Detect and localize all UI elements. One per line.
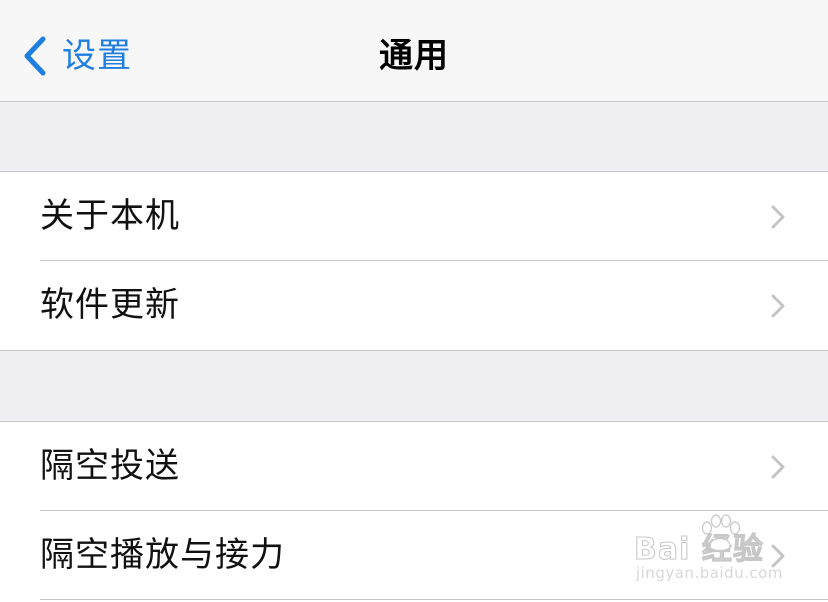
list-item-label: 隔空投送: [40, 446, 180, 486]
chevron-right-icon: [771, 544, 785, 568]
navigation-bar: 设置 通用: [0, 0, 828, 102]
chevron-right-icon: [771, 455, 785, 479]
settings-screen: 设置 通用 关于本机 软件更新 隔空投送 隔空播放与接力 Bai 经验 jing…: [0, 0, 828, 602]
chevron-right-icon: [771, 205, 785, 229]
list-item-airplay-handoff[interactable]: 隔空播放与接力: [0, 511, 828, 600]
list-item-software-update[interactable]: 软件更新: [0, 261, 828, 350]
chevron-right-icon: [771, 294, 785, 318]
list-item-label: 软件更新: [40, 285, 180, 325]
page-title: 通用: [379, 36, 449, 76]
list-item-about[interactable]: 关于本机: [0, 172, 828, 261]
list-item-airdrop[interactable]: 隔空投送: [0, 422, 828, 511]
settings-group-about: 关于本机 软件更新: [0, 171, 828, 351]
row-separator: [40, 599, 828, 600]
list-item-label: 关于本机: [40, 196, 180, 236]
list-item-label: 隔空播放与接力: [40, 535, 285, 575]
settings-group-airdrop: 隔空投送 隔空播放与接力: [0, 421, 828, 602]
